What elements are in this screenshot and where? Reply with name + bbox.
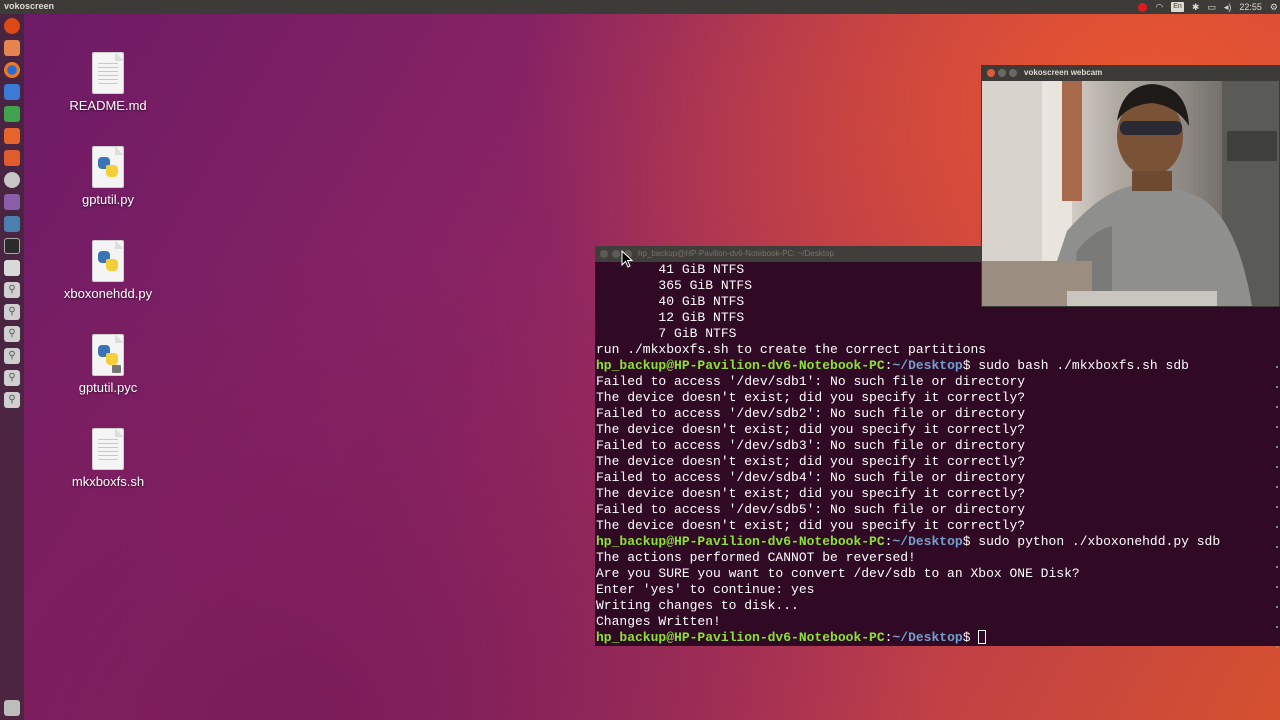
writer-icon[interactable]: [4, 84, 20, 100]
terminal-command: sudo python ./xboxonehdd.py sdb: [970, 534, 1221, 549]
prompt-user: hp_backup@HP-Pavilion-dv6-Notebook-PC: [596, 534, 885, 549]
terminal-line: The device doesn't exist; did you specif…: [596, 454, 1026, 469]
terminal-line: run ./mkxboxfs.sh to create the correct …: [596, 342, 987, 357]
terminal-command-line: hp_backup@HP-Pavilion-dv6-Notebook-PC:~/…: [596, 534, 1280, 550]
minimize-icon[interactable]: [612, 250, 620, 258]
python-file-icon: [92, 240, 124, 282]
terminal-icon[interactable]: [4, 238, 20, 254]
terminal-line: Failed to access '/dev/sdb3': No such fi…: [596, 438, 1026, 453]
system-tray: ◠ En ✱ ▭ ◂) 22:55 ⚙: [1138, 0, 1280, 14]
prompt-symbol: $: [962, 630, 979, 645]
text-file-icon: [92, 52, 124, 94]
terminal-line: Failed to access '/dev/sdb4': No such fi…: [596, 470, 1026, 485]
gear-icon[interactable]: ⚙: [1270, 0, 1278, 14]
prompt-symbol: $: [962, 358, 971, 373]
wifi-icon[interactable]: ◠: [1155, 0, 1163, 14]
terminal-scrollbar[interactable]: [1276, 366, 1278, 656]
webcam-feed: [982, 81, 1279, 306]
prompt-symbol: $: [962, 534, 971, 549]
desktop-file-label: README.md: [69, 98, 147, 113]
firefox-icon[interactable]: [4, 62, 20, 78]
terminal-line: Writing changes to disk...: [596, 598, 799, 613]
desktop-file-gptutil-pyc[interactable]: gptutil.pyc: [53, 334, 163, 395]
software-center-icon[interactable]: [4, 150, 20, 166]
vokoscreen-icon[interactable]: [4, 216, 20, 232]
terminal-input-line[interactable]: hp_backup@HP-Pavilion-dv6-Notebook-PC:~/…: [596, 630, 1280, 646]
maximize-icon[interactable]: [1009, 69, 1017, 77]
bluetooth-icon[interactable]: ✱: [1192, 0, 1200, 14]
prompt-path: ~/Desktop: [892, 630, 963, 645]
terminal-line: The actions performed CANNOT be reversed…: [596, 550, 916, 565]
prompt-user: hp_backup@HP-Pavilion-dv6-Notebook-PC: [596, 630, 885, 645]
python-file-icon: [92, 146, 124, 188]
terminal-line: Enter 'yes' to continue: yes: [596, 582, 815, 597]
desktop-file-label: mkxboxfs.sh: [71, 474, 145, 489]
usb-icon[interactable]: ⚲: [4, 282, 20, 298]
webcam-person-image: [982, 81, 1279, 306]
desktop-file-readme[interactable]: README.md: [53, 52, 163, 113]
desktop-file-xboxonehdd-py[interactable]: xboxonehdd.py: [53, 240, 163, 301]
terminal-line: Changes Written!: [596, 614, 721, 629]
terminal-line: Failed to access '/dev/sdb2': No such fi…: [596, 406, 1026, 421]
top-panel: vokoscreen ◠ En ✱ ▭ ◂) 22:55 ⚙: [0, 0, 1280, 14]
terminal-line: Are you SURE you want to convert /dev/sd…: [596, 566, 1080, 581]
terminal-line: The device doesn't exist; did you specif…: [596, 486, 1026, 501]
active-app-title: vokoscreen: [4, 1, 55, 11]
clock[interactable]: 22:55: [1239, 0, 1262, 14]
calc-icon[interactable]: [4, 106, 20, 122]
usb-icon[interactable]: ⚲: [4, 392, 20, 408]
files-icon[interactable]: [4, 40, 20, 56]
terminal-line: The device doesn't exist; did you specif…: [596, 390, 1026, 405]
impress-icon[interactable]: [4, 128, 20, 144]
terminal-output[interactable]: 41 GiB NTFS 365 GiB NTFS 40 GiB NTFS 12 …: [595, 262, 1280, 646]
usb-icon[interactable]: ⚲: [4, 370, 20, 386]
terminal-line: 7 GiB NTFS: [596, 326, 737, 341]
desktop-file-label: gptutil.py: [81, 192, 135, 207]
close-icon[interactable]: [600, 250, 608, 258]
minimize-icon[interactable]: [998, 69, 1006, 77]
usb-icon[interactable]: ⚲: [4, 348, 20, 364]
launcher: ⚲ ⚲ ⚲ ⚲ ⚲ ⚲: [0, 14, 24, 720]
usb-icon[interactable]: ⚲: [4, 304, 20, 320]
terminal-line: Failed to access '/dev/sdb1': No such fi…: [596, 374, 1026, 389]
terminal-line: 12 GiB NTFS: [596, 310, 745, 325]
python-compiled-file-icon: [92, 334, 124, 376]
mouse-pointer-icon: [621, 250, 633, 268]
volume-icon[interactable]: ◂): [1224, 0, 1232, 14]
keyboard-layout-indicator[interactable]: En: [1171, 2, 1184, 12]
terminal-command: sudo bash ./mkxboxfs.sh sdb: [970, 358, 1189, 373]
prompt-path: ~/Desktop: [892, 534, 963, 549]
text-cursor: [978, 630, 987, 644]
trash-icon[interactable]: [4, 700, 20, 716]
lock-icon: [112, 365, 121, 373]
desktop-file-label: xboxonehdd.py: [63, 286, 153, 301]
webcam-window[interactable]: vokoscreen webcam: [981, 65, 1280, 307]
record-indicator-icon[interactable]: [1138, 2, 1148, 12]
prompt-path: ~/Desktop: [892, 358, 963, 373]
script-file-icon: [92, 428, 124, 470]
terminal-line: Failed to access '/dev/sdb5': No such fi…: [596, 502, 1026, 517]
terminal-command-line: hp_backup@HP-Pavilion-dv6-Notebook-PC:~/…: [596, 358, 1280, 374]
webcam-title: vokoscreen webcam: [1024, 68, 1103, 77]
text-editor-icon[interactable]: [4, 194, 20, 210]
drive-icon[interactable]: [4, 260, 20, 276]
dash-icon[interactable]: [4, 18, 20, 34]
usb-icon[interactable]: ⚲: [4, 326, 20, 342]
battery-icon[interactable]: ▭: [1207, 0, 1216, 14]
terminal-title: hp_backup@HP-Pavilion-dv6-Notebook-PC: ~…: [638, 249, 834, 258]
settings-icon[interactable]: [4, 172, 20, 188]
prompt-user: hp_backup@HP-Pavilion-dv6-Notebook-PC: [596, 358, 885, 373]
desktop-file-label: gptutil.pyc: [78, 380, 138, 395]
terminal-line: The device doesn't exist; did you specif…: [596, 422, 1026, 437]
terminal-line: The device doesn't exist; did you specif…: [596, 518, 1026, 533]
desktop-file-gptutil-py[interactable]: gptutil.py: [53, 146, 163, 207]
desktop-file-mkxboxfs-sh[interactable]: mkxboxfs.sh: [53, 428, 163, 489]
close-icon[interactable]: [987, 69, 995, 77]
